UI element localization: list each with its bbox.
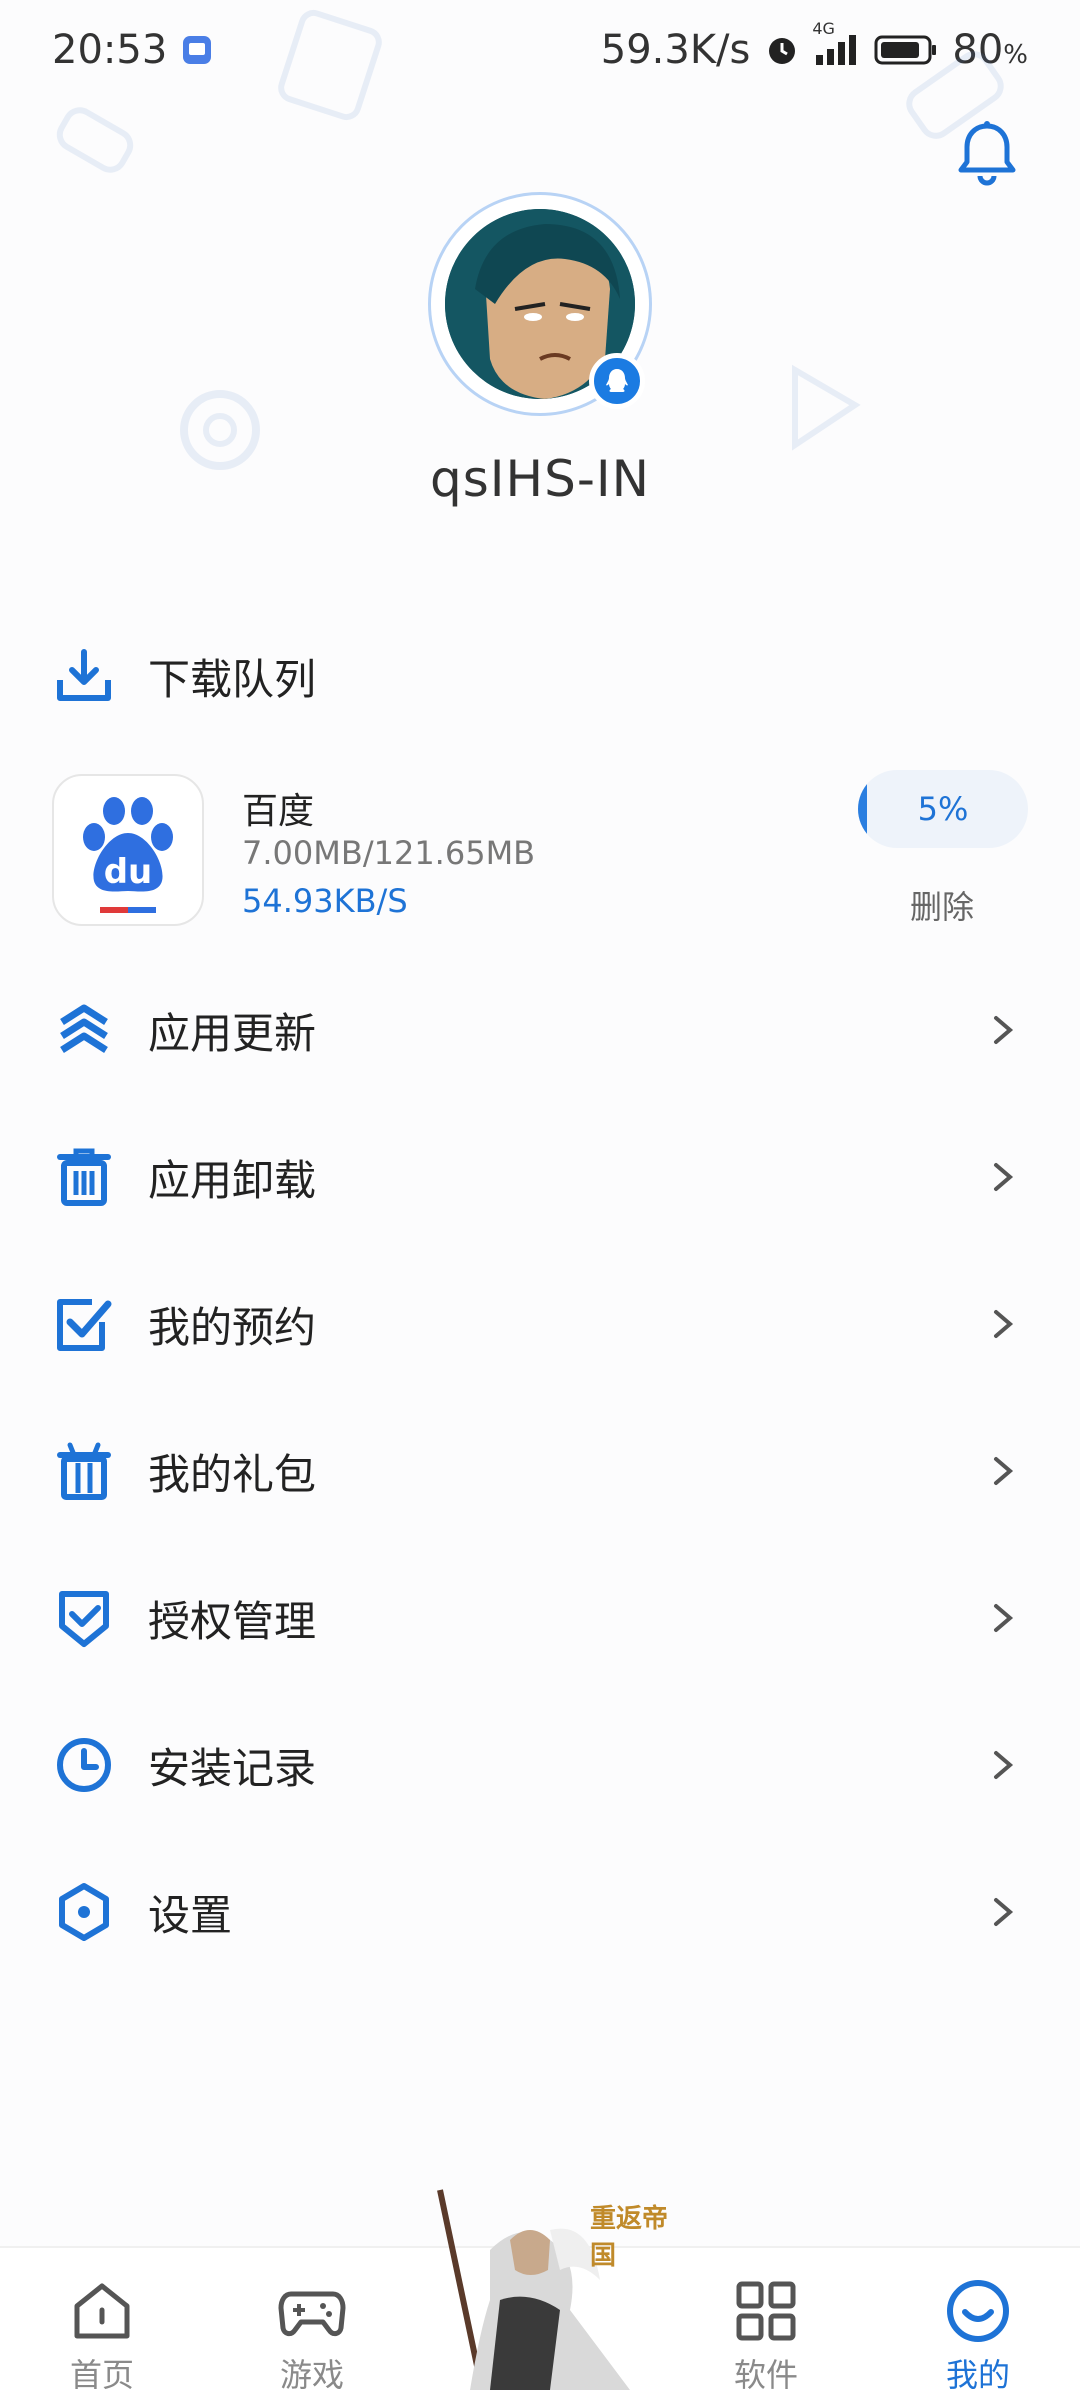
settings-hexagon-icon [52, 1880, 116, 1944]
download-queue-label: 下载队列 [148, 654, 317, 704]
username: qsIHS-IN [429, 450, 651, 508]
smile-icon [943, 2276, 1013, 2346]
nav-mine[interactable]: 我的 [918, 2276, 1038, 2396]
qq-badge-icon [589, 353, 645, 409]
menu-label: 应用更新 [148, 1008, 317, 1058]
gift-icon [52, 1439, 116, 1503]
baidu-app-icon: du [52, 774, 204, 926]
svg-text:du: du [104, 852, 153, 892]
download-queue-header[interactable]: 下载队列 [0, 616, 1080, 736]
menu-label: 授权管理 [148, 1596, 317, 1646]
menu-item-settings[interactable]: 设置 [0, 1852, 1080, 1972]
gamepad-icon [277, 2276, 347, 2346]
menu-label: 设置 [148, 1890, 233, 1940]
chevron-right-icon [988, 1157, 1018, 1197]
download-icon [52, 644, 116, 708]
menu-item-app-uninstall[interactable]: 应用卸载 [0, 1117, 1080, 1237]
grid-icon [731, 2276, 801, 2346]
chevron-right-icon [988, 1010, 1018, 1050]
nav-label: 游戏 [279, 2356, 344, 2394]
menu-label: 我的预约 [148, 1302, 317, 1352]
chevron-right-icon [988, 1304, 1018, 1344]
trash-icon [52, 1145, 116, 1209]
chevron-right-icon [988, 1451, 1018, 1491]
promo-game-banner[interactable]: 重返帝国 [430, 2180, 680, 2400]
download-speed: 54.93KB/S [242, 882, 408, 920]
download-item: du 百度 7.00MB/121.65MB 54.93KB/S 5% 删除 [0, 770, 1080, 930]
clock-icon [52, 1733, 116, 1797]
menu-label: 安装记录 [148, 1743, 317, 1793]
menu-item-authorization[interactable]: 授权管理 [0, 1558, 1080, 1678]
nav-software[interactable]: 软件 [706, 2276, 826, 2396]
menu-item-my-gifts[interactable]: 我的礼包 [0, 1411, 1080, 1531]
checkbox-icon [52, 1292, 116, 1356]
nav-label: 我的 [945, 2356, 1010, 2394]
chevron-right-icon [988, 1745, 1018, 1785]
chevron-right-icon [988, 1598, 1018, 1638]
chevrons-up-icon [52, 998, 116, 1062]
nav-games[interactable]: 游戏 [252, 2276, 372, 2396]
download-size: 7.00MB/121.65MB [242, 834, 536, 872]
menu-item-app-update[interactable]: 应用更新 [0, 970, 1080, 1090]
shield-check-icon [52, 1586, 116, 1650]
promo-title: 重返帝国 [590, 2204, 669, 2271]
app-name: 百度 [242, 791, 315, 832]
avatar[interactable] [428, 192, 652, 416]
download-progress-button[interactable]: 5% [858, 770, 1028, 848]
chevron-right-icon [988, 1892, 1018, 1932]
nav-label: 软件 [733, 2356, 798, 2394]
progress-label: 5% [917, 790, 969, 828]
delete-button[interactable]: 删除 [882, 882, 1002, 928]
notification-bell-icon[interactable] [952, 118, 1022, 188]
home-icon [67, 2276, 137, 2346]
menu-label: 我的礼包 [148, 1449, 317, 1499]
menu-label: 应用卸载 [148, 1155, 317, 1205]
nav-label: 首页 [69, 2356, 134, 2394]
menu-item-install-history[interactable]: 安装记录 [0, 1705, 1080, 1825]
nav-home[interactable]: 首页 [42, 2276, 162, 2396]
menu-item-my-reservations[interactable]: 我的预约 [0, 1264, 1080, 1384]
